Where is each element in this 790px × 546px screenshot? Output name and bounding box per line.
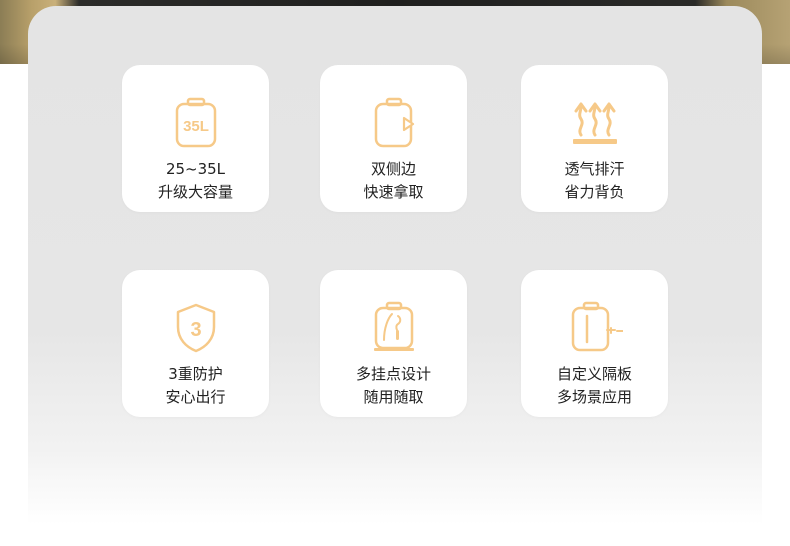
svg-text:3: 3 [190,319,201,341]
feature-title: 多挂点设计 [355,365,431,383]
side-pocket-icon [366,95,422,151]
feature-subtitle: 快速拿取 [363,183,424,201]
feature-card-protection: 3 3重防护 安心出行 [122,270,269,417]
feature-title: 透气排汗 [564,160,625,178]
hanging-points-icon [366,300,422,356]
feature-subtitle: 省力背负 [564,183,625,201]
feature-card-side-pockets: 双侧边 快速拿取 [320,65,467,212]
feature-card-hanging-points: 多挂点设计 随用随取 [320,270,467,417]
feature-title: 双侧边 [370,160,416,178]
feature-title: 自定义隔板 [556,365,632,383]
feature-card-ventilation: 透气排汗 省力背负 [521,65,668,212]
feature-card-capacity: 35L 25~35L 升级大容量 [122,65,269,212]
divider-icon [567,300,623,356]
shield-3-icon: 3 [168,300,224,356]
feature-title: 3重防护 [168,365,223,383]
feature-subtitle: 随用随取 [363,388,424,406]
feature-subtitle: 升级大容量 [157,183,233,201]
heat-vent-icon [567,95,623,151]
features-panel: 35L 25~35L 升级大容量 双侧边 快速拿取 透气排汗 省力背负 3 3重… [28,6,762,546]
backpack-35l-icon: 35L [168,95,224,151]
feature-title: 25~35L [165,160,226,178]
svg-text:35L: 35L [183,118,209,135]
feature-card-divider: 自定义隔板 多场景应用 [521,270,668,417]
feature-subtitle: 多场景应用 [556,388,632,406]
feature-subtitle: 安心出行 [165,388,226,406]
